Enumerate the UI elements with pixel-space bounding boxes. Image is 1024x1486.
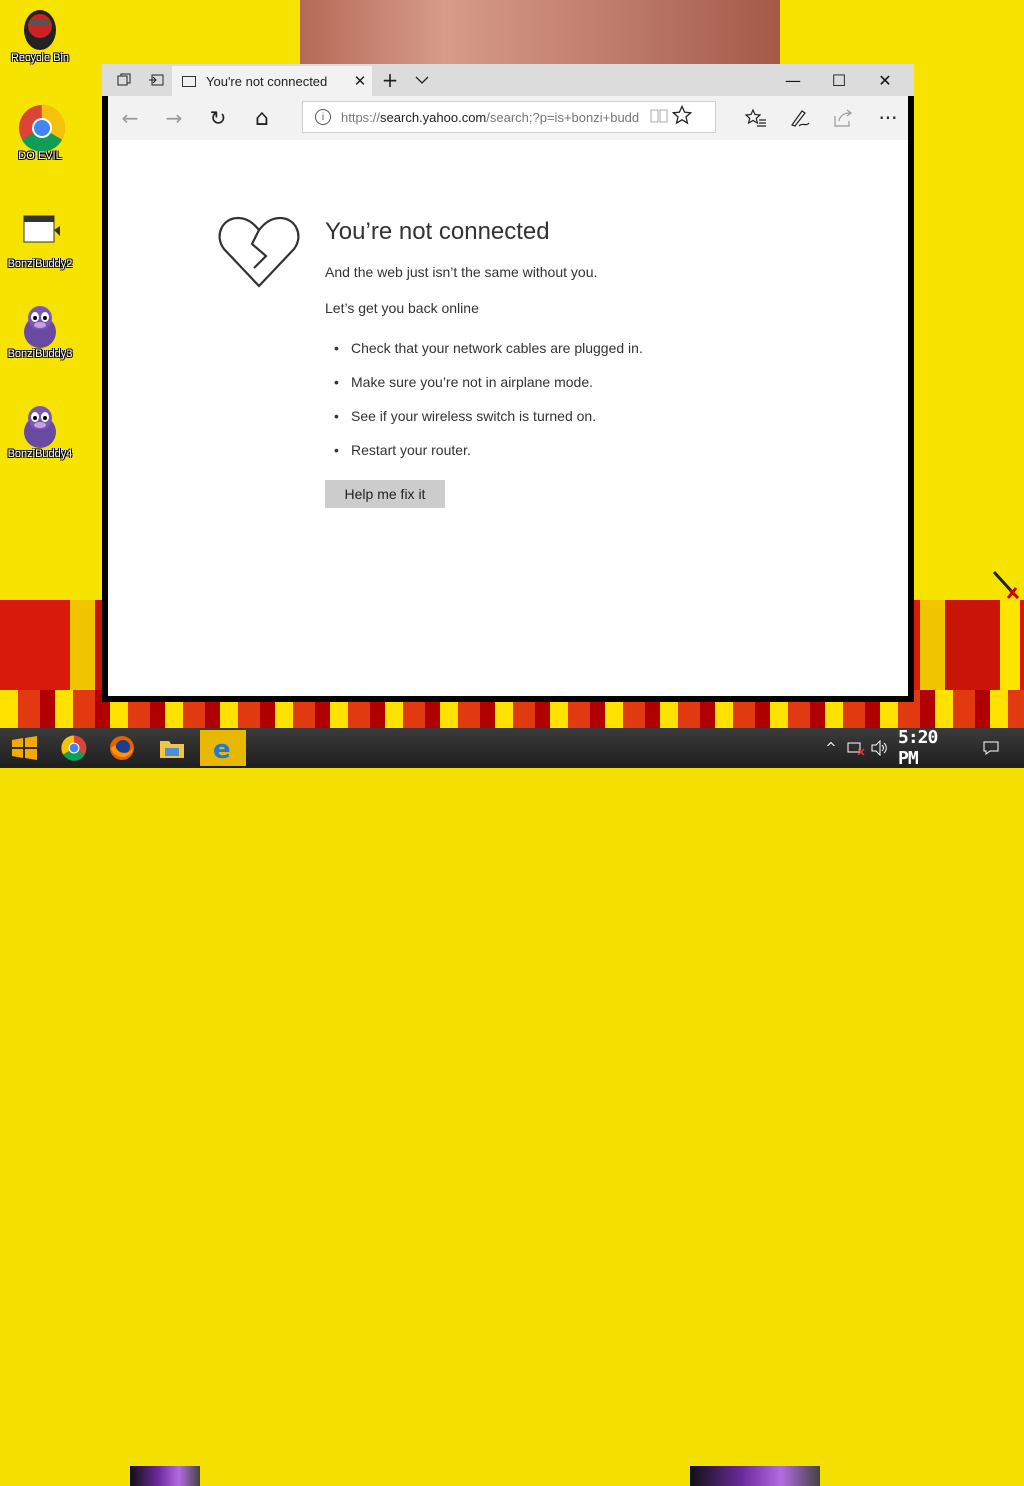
svg-text:e: e [213, 735, 231, 762]
broken-heart-icon [218, 216, 300, 288]
taskbar-clock[interactable]: 5:20 PM [898, 727, 966, 769]
firefox-icon[interactable] [102, 730, 142, 766]
chrome-icon[interactable] [54, 730, 94, 766]
url-host: search.yahoo.com [380, 109, 487, 125]
taskbar-decoration [690, 1466, 820, 1486]
tab-title: You're not connected [206, 73, 328, 89]
star-icon[interactable] [669, 104, 695, 130]
new-tab-button[interactable]: + [374, 64, 406, 96]
help-me-fix-it-button[interactable]: Help me fix it [325, 480, 445, 508]
list-item: • Restart your router. [334, 442, 643, 476]
title-bar: You're not connected ✕ + — ☐ ✕ [102, 64, 914, 96]
navigation-bar: ← → ↻ ⌂ i https://search.yahoo.com/searc… [108, 96, 908, 140]
tips-list: • Check that your network cables are plug… [334, 340, 643, 476]
minimize-button[interactable]: — [770, 64, 816, 96]
list-item: • Check that your network cables are plug… [334, 340, 643, 374]
reading-view-icon[interactable] [649, 109, 669, 126]
tab-close-icon[interactable]: ✕ [348, 72, 372, 90]
network-disconnected-icon[interactable] [846, 732, 866, 764]
share-icon[interactable] [822, 96, 866, 140]
desktop-icon-do-evil[interactable]: DO EVIL [0, 104, 80, 162]
tip-text: See if your wireless switch is turned on… [351, 408, 597, 424]
file-explorer-icon[interactable] [152, 730, 192, 766]
close-window-button[interactable]: ✕ [862, 64, 908, 96]
bonzi-gorilla-icon [18, 302, 62, 348]
video-file-icon [18, 212, 62, 256]
more-options-icon[interactable]: ··· [866, 96, 910, 140]
error-title: You’re not connected [325, 218, 550, 245]
url-path: /search;?p=is+bonzi+budd [486, 109, 640, 125]
edge-icon[interactable]: e [200, 730, 246, 766]
chrome-icon [18, 104, 66, 152]
tab-active[interactable]: You're not connected ✕ [172, 66, 372, 96]
address-bar[interactable]: i https://search.yahoo.com/search;?p=is+… [302, 101, 716, 133]
volume-icon[interactable] [870, 732, 890, 764]
error-back-online: Let’s get you back online [325, 300, 479, 316]
back-button[interactable]: ← [108, 96, 152, 140]
chevron-down-icon[interactable] [406, 64, 438, 96]
browser-window: You're not connected ✕ + — ☐ ✕ ← → ↻ ⌂ i… [102, 64, 914, 702]
desktop-icon-label: BonziBuddy2 [7, 258, 73, 270]
desktop-icon-recycle-bin[interactable]: Recycle Bin [0, 6, 80, 64]
favorites-icon[interactable] [734, 96, 778, 140]
taskbar-decoration [130, 1466, 200, 1486]
list-item: • See if your wireless switch is turned o… [334, 408, 643, 442]
recycle-bin-icon [18, 6, 62, 50]
desktop-icon-bonzibuddy2[interactable]: BonziBuddy2 [0, 212, 80, 270]
forward-button[interactable]: → [152, 96, 196, 140]
desktop-icon-bonzibuddy4[interactable]: BonziBuddy4 [0, 402, 80, 460]
error-page: You’re not connected And the web just is… [108, 140, 908, 696]
url-scheme: https:// [341, 109, 381, 125]
notes-pen-icon[interactable] [778, 96, 822, 140]
start-icon[interactable] [4, 730, 44, 766]
info-icon[interactable]: i [315, 109, 331, 125]
tip-text: Check that your network cables are plugg… [351, 340, 643, 356]
action-center-icon[interactable] [980, 732, 1002, 764]
set-aside-tabs-icon[interactable] [140, 64, 172, 96]
page-icon [182, 75, 196, 87]
list-item: • Make sure you’re not in airplane mode. [334, 374, 643, 408]
tab-preview-icon[interactable] [108, 64, 140, 96]
desktop-icon-bonzibuddy3[interactable]: BonziBuddy3 [0, 302, 80, 360]
tip-text: Restart your router. [351, 442, 471, 458]
error-subtitle: And the web just isn’t the same without … [325, 264, 598, 280]
url-text[interactable]: https://search.yahoo.com/search;?p=is+bo… [341, 110, 643, 125]
home-button[interactable]: ⌂ [240, 96, 284, 140]
maximize-button[interactable]: ☐ [816, 64, 862, 96]
bonzi-gorilla-icon [18, 402, 62, 448]
refresh-button[interactable]: ↻ [196, 96, 240, 140]
wallpaper-face-image [300, 0, 780, 70]
cursor-sword-icon [992, 570, 1022, 606]
tip-text: Make sure you’re not in airplane mode. [351, 374, 594, 390]
chevron-up-icon[interactable]: ^ [824, 732, 838, 764]
